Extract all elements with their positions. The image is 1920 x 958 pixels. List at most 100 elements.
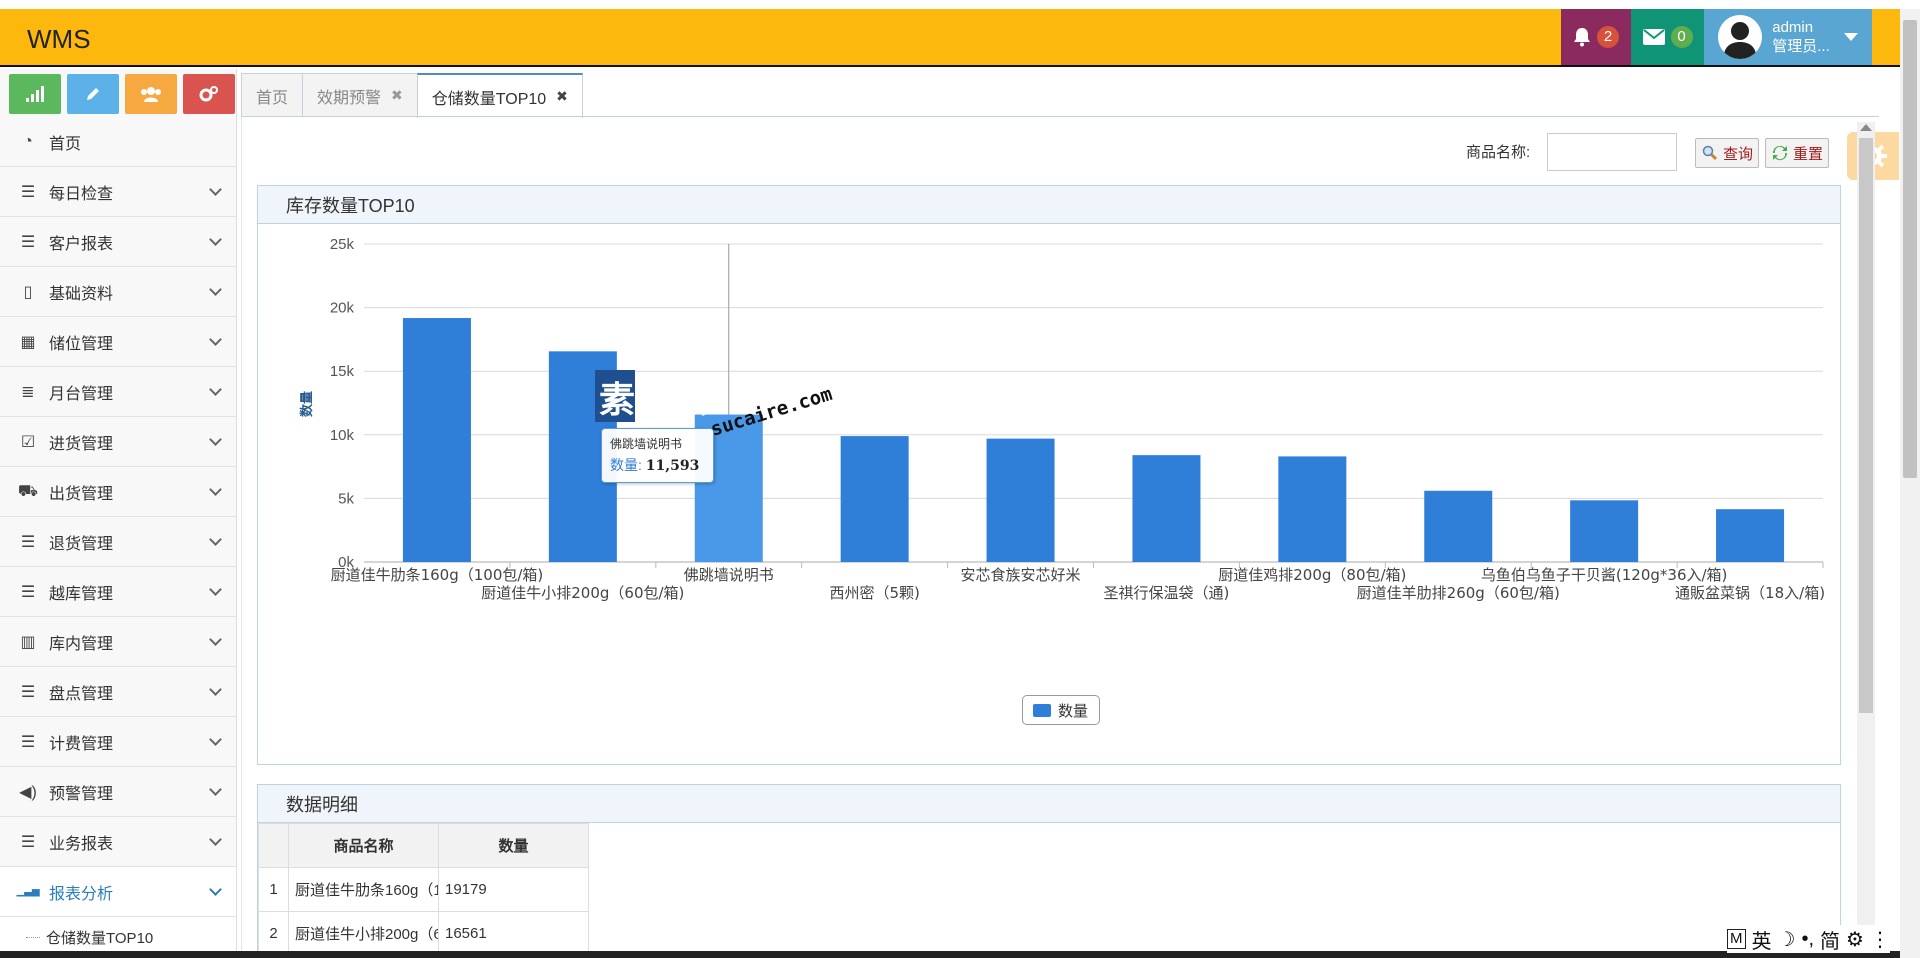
chevron-down-icon — [209, 333, 222, 346]
ime-lang[interactable]: 英 — [1752, 925, 1772, 954]
pencil-icon — [87, 88, 99, 100]
chevron-down-icon — [209, 183, 222, 196]
top-header: WMS 2 0 admin 管理员... — [0, 9, 1900, 67]
bar — [1278, 456, 1347, 562]
dashboard-icon: ◔ — [23, 132, 33, 150]
table-row[interactable]: 1 厨道佳牛肋条160g（1 19179 — [258, 867, 1840, 912]
ime-moon-icon[interactable]: ☽ — [1778, 927, 1796, 952]
shortcut-cogs-button[interactable] — [183, 74, 235, 114]
close-icon[interactable]: ✖ — [556, 88, 568, 105]
chevron-down-icon — [209, 233, 222, 246]
tab-expiry-warning[interactable]: 效期预警 ✖ — [302, 73, 418, 117]
sidebar-item-label: 预警管理 — [49, 785, 114, 803]
ime-gear-icon[interactable]: ⚙ — [1846, 927, 1864, 952]
ime-simplified[interactable]: 简 — [1820, 925, 1840, 954]
check-square-icon: ☑ — [20, 433, 36, 451]
x-tick-label: 圣祺行保温袋（通) — [1104, 584, 1230, 602]
tab-home[interactable]: 首页 — [241, 73, 304, 117]
sidebar-item[interactable]: ▦ 储位管理 — [0, 317, 236, 367]
tab-label: 仓储数量TOP10 — [431, 90, 547, 108]
sidebar-item[interactable]: ☰ 越库管理 — [0, 567, 236, 617]
sidebar-item[interactable]: ☰ 客户报表 — [0, 217, 236, 267]
row-qty: 19179 — [437, 867, 589, 912]
product-name-label: 商品名称: — [1466, 144, 1531, 161]
shortcut-users-button[interactable] — [125, 74, 177, 114]
chevron-down-icon — [209, 683, 222, 696]
query-button[interactable]: 查询 — [1695, 138, 1760, 168]
tab-bar: 首页 效期预警 ✖ 仓储数量TOP10 ✖ — [241, 73, 583, 118]
list-ul-icon: ≣ — [21, 383, 35, 401]
sidebar-item-label: 月台管理 — [49, 385, 114, 403]
bell-icon — [1574, 28, 1590, 47]
tab-storage-top10[interactable]: 仓储数量TOP10 ✖ — [416, 73, 583, 118]
search-icon — [1701, 144, 1719, 162]
volume-icon: ◀) — [19, 783, 37, 801]
sidebar-item[interactable]: ▁▃▅ 报表分析 — [0, 867, 236, 917]
tab-label: 首页 — [256, 89, 289, 107]
legend-label: 数量 — [1058, 702, 1089, 720]
sidebar-item[interactable]: ☑ 进货管理 — [0, 417, 236, 467]
ime-punct-icon[interactable]: •, — [1801, 928, 1814, 951]
chevron-down-icon — [209, 833, 222, 846]
sidebar-item-label: 每日检查 — [49, 185, 114, 203]
sidebar-item[interactable]: ☰ 盘点管理 — [0, 667, 236, 717]
sidebar-menu: ◔ 首页 ☰ 每日检查 ☰ 客户报表 ▯ 基础资料 ▦ 储位管理 ≣ 月台管理 ☑ 进货管理 ⛟ 出货管理 ☰ 退… — [0, 117, 236, 917]
notifications-button[interactable]: 2 — [1561, 9, 1631, 65]
page-scrollbar-thumb[interactable] — [1903, 20, 1917, 478]
chevron-down-icon — [209, 583, 222, 596]
list-icon: ☰ — [20, 683, 36, 701]
messages-button[interactable]: 0 — [1631, 9, 1704, 65]
row-qty: 16561 — [437, 911, 589, 956]
y-axis-label: 数量 — [299, 391, 315, 417]
taskbar-strip — [0, 951, 1900, 958]
list-icon: ☰ — [20, 183, 36, 201]
detail-table: 商品名称 数量 1 厨道佳牛肋条160g（1 19179 2 厨道佳牛小排200… — [258, 823, 1840, 956]
chart-legend[interactable]: 数量 — [1022, 695, 1100, 725]
reset-label: 重置 — [1793, 145, 1824, 163]
window-top-strip — [0, 0, 1920, 9]
sidebar-item[interactable]: ≣ 月台管理 — [0, 367, 236, 417]
detail-panel-title: 数据明细 — [258, 785, 1840, 823]
x-tick-label: 安芯食族安芯好米 — [961, 566, 1081, 584]
legend-swatch — [1033, 703, 1051, 717]
content-scrollbar-thumb[interactable] — [1859, 138, 1873, 713]
close-icon[interactable]: ✖ — [391, 87, 403, 104]
row-index: 2 — [258, 911, 289, 956]
sidebar-item[interactable]: ☰ 退货管理 — [0, 517, 236, 567]
sidebar-item-label: 库内管理 — [49, 635, 114, 653]
ime-more-icon[interactable]: ⋮ — [1870, 927, 1890, 952]
reset-button[interactable]: 重置 — [1765, 138, 1830, 168]
table-header-qty: 数量 — [437, 823, 589, 868]
list-icon: ☰ — [20, 533, 36, 551]
chevron-down-icon — [209, 783, 222, 796]
sidebar-item[interactable]: ☰ 业务报表 — [0, 817, 236, 867]
scroll-up-icon[interactable] — [1860, 124, 1872, 131]
sidebar-item[interactable]: ▥ 库内管理 — [0, 617, 236, 667]
shortcut-pencil-button[interactable] — [67, 74, 119, 114]
list-icon: ☰ — [20, 733, 36, 751]
film-icon: ▥ — [20, 633, 36, 651]
bar — [1570, 500, 1639, 562]
bar — [1424, 490, 1493, 562]
messages-badge: 0 — [1670, 26, 1693, 48]
sidebar-item[interactable]: ▯ 基础资料 — [0, 267, 236, 317]
caret-down-icon — [1843, 33, 1858, 41]
sidebar-item[interactable]: ⛟ 出货管理 — [0, 467, 236, 517]
ime-mode[interactable]: M — [1727, 929, 1746, 949]
avatar — [1718, 15, 1763, 59]
product-name-input[interactable] — [1547, 133, 1677, 171]
sidebar-item[interactable]: ◀) 预警管理 — [0, 767, 236, 817]
shortcut-signal-button[interactable] — [9, 74, 61, 114]
sidebar-item[interactable]: ☰ 计费管理 — [0, 717, 236, 767]
bar — [1132, 455, 1201, 562]
sidebar-item-label: 首页 — [49, 135, 82, 153]
sidebar-shortcuts — [0, 69, 236, 117]
sidebar-item[interactable]: ◔ 首页 — [0, 117, 236, 167]
sidebar-item-label: 客户报表 — [49, 235, 114, 253]
tooltip-value: 11,593 — [645, 458, 700, 474]
table-row[interactable]: 2 厨道佳牛小排200g（6 16561 — [258, 911, 1840, 956]
user-menu-button[interactable]: admin 管理员... — [1704, 9, 1872, 65]
x-tick-label: 厨道佳羊肋排260g（60包/箱) — [1357, 584, 1560, 602]
sidebar-item[interactable]: ☰ 每日检查 — [0, 167, 236, 217]
table-header-name: 商品名称 — [287, 823, 439, 868]
